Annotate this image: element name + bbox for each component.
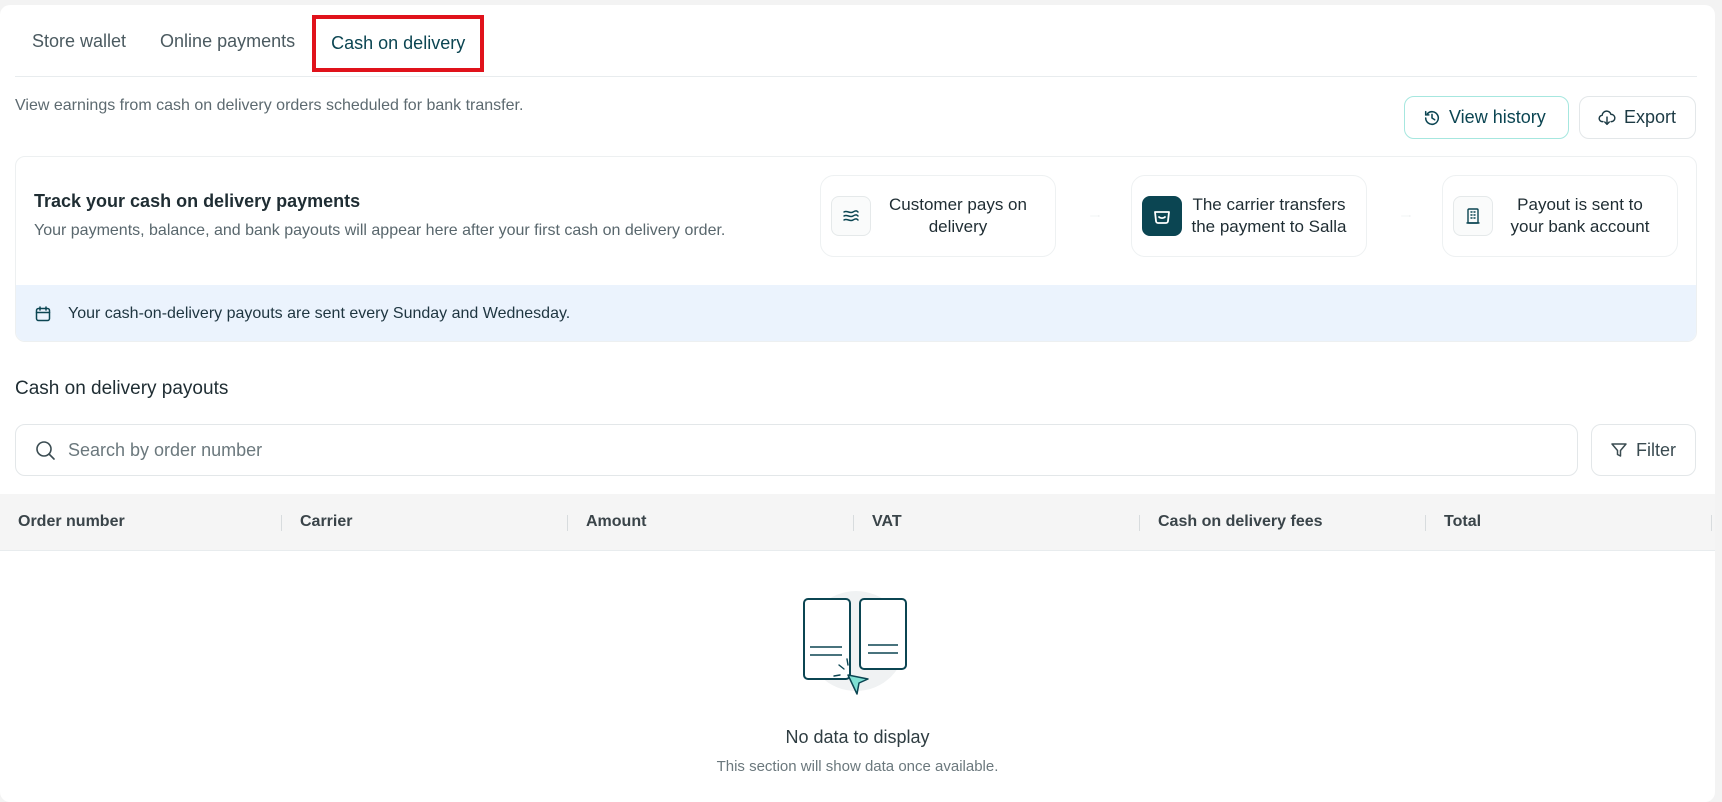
step-carrier-transfers: The carrier transfers the payment to Sal…: [1131, 175, 1367, 257]
step-2-line-2: the payment to Salla: [1191, 217, 1347, 236]
export-label: Export: [1624, 107, 1677, 127]
step-3-line-2: your bank account: [1510, 217, 1650, 236]
filter-icon: [1611, 443, 1627, 457]
step-1-line-2: delivery: [928, 217, 988, 236]
step-payout-sent: Payout is sent to your bank account: [1442, 175, 1678, 257]
arrow-right-icon: [1090, 215, 1100, 217]
search-icon: [36, 441, 55, 460]
step-customer-pays: Customer pays on delivery: [820, 175, 1056, 257]
tab-online-payments[interactable]: Online payments: [143, 19, 312, 63]
column-carrier[interactable]: Carrier: [282, 494, 568, 550]
step-3-line-1: Payout is sent to: [1517, 195, 1643, 214]
view-history-label: View history: [1449, 107, 1546, 127]
bank-building-icon: [1453, 196, 1493, 236]
salla-logo-icon: [1142, 196, 1182, 236]
tab-cash-on-delivery-label: Cash on delivery: [331, 33, 466, 53]
tracker-title: Track your cash on delivery payments: [34, 191, 361, 211]
step-customer-pays-label: Customer pays on delivery: [871, 194, 1045, 238]
step-carrier-transfers-label: The carrier transfers the payment to Sal…: [1182, 194, 1356, 238]
search-input[interactable]: [68, 439, 1518, 461]
step-payout-sent-label: Payout is sent to your bank account: [1493, 194, 1667, 238]
cloud-download-icon: [1598, 109, 1616, 125]
calendar-icon: [35, 306, 51, 322]
column-total[interactable]: Total: [1426, 494, 1712, 550]
step-2-line-1: The carrier transfers: [1192, 195, 1346, 214]
tab-cash-on-delivery[interactable]: Cash on delivery: [312, 15, 485, 72]
tab-store-wallet[interactable]: Store wallet: [15, 19, 143, 63]
tab-bar: Store wallet Online payments Cash on del…: [15, 15, 1697, 77]
filter-label: Filter: [1636, 439, 1676, 460]
column-vat[interactable]: VAT: [854, 494, 1140, 550]
tracker-description: Your payments, balance, and bank payouts…: [34, 222, 726, 239]
empty-state-subtitle: This section will show data once availab…: [716, 758, 999, 775]
payment-tracker-panel: Track your cash on delivery payments You…: [15, 156, 1697, 342]
filter-button[interactable]: Filter: [1591, 424, 1696, 476]
arrow-right-icon: [1401, 215, 1411, 217]
column-order-number[interactable]: Order number: [0, 494, 282, 550]
main-card: Store wallet Online payments Cash on del…: [0, 5, 1715, 802]
history-icon: [1424, 110, 1440, 125]
cash-icon: [831, 196, 871, 236]
export-button[interactable]: Export: [1579, 96, 1696, 139]
empty-documents-illustration: [803, 591, 907, 695]
column-cod-fees[interactable]: Cash on delivery fees: [1140, 494, 1426, 550]
view-history-button[interactable]: View history: [1404, 96, 1569, 139]
payout-schedule-text: Your cash-on-delivery payouts are sent e…: [68, 305, 571, 322]
empty-state-title: No data to display: [785, 727, 930, 747]
column-amount[interactable]: Amount: [568, 494, 854, 550]
payouts-table-header: Order number Carrier Amount VAT Cash on …: [0, 494, 1715, 551]
step-1-line-1: Customer pays on: [889, 195, 1027, 214]
payouts-section-title: Cash on delivery payouts: [15, 378, 229, 399]
payout-schedule-banner: Your cash-on-delivery payouts are sent e…: [16, 285, 1696, 341]
page-subtitle: View earnings from cash on delivery orde…: [15, 97, 524, 114]
search-box[interactable]: [15, 424, 1578, 476]
